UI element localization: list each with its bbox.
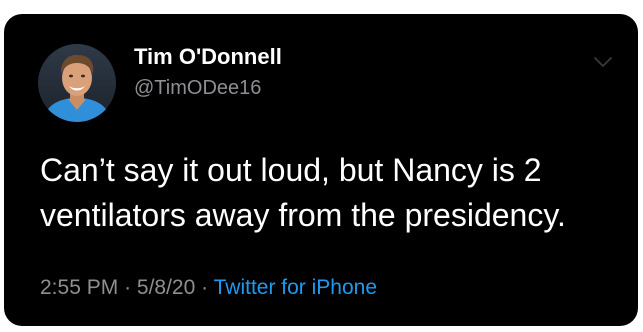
tweet-meta: 2:55 PM · 5/8/20 · Twitter for iPhone	[40, 276, 377, 300]
avatar[interactable]	[38, 44, 116, 122]
author-name[interactable]: Tim O'Donnell	[134, 44, 282, 70]
tweet-text: Can’t say it out loud, but Nancy is 2 ve…	[40, 152, 566, 233]
tweet-card: Tim O'Donnell @TimODee16 Can’t say it ou…	[4, 14, 638, 326]
profile-photo	[38, 44, 116, 122]
meta-separator: ·	[201, 276, 209, 299]
tweet-source-link[interactable]: Twitter for iPhone	[214, 276, 377, 299]
tweet-time: 2:55 PM	[40, 276, 119, 299]
author-handle[interactable]: @TimODee16	[134, 77, 261, 100]
chevron-down-icon[interactable]	[592, 54, 614, 70]
meta-separator: ·	[124, 276, 132, 299]
tweet-date: 5/8/20	[136, 276, 196, 299]
